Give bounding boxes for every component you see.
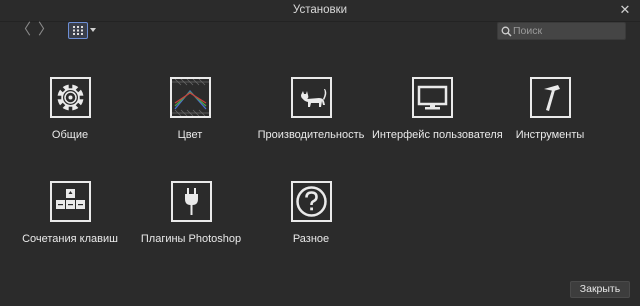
back-button[interactable]: 〈 [16,22,31,38]
search-input[interactable] [513,24,623,38]
tile-label-color: Цвет [177,129,203,141]
tile-keyboard-shortcuts[interactable]: Сочетания клавиш [20,181,120,245]
view-dropdown-arrow-icon[interactable] [90,28,96,32]
tile-label-performance: Производительность [257,129,365,141]
tile-label-general: Общие [51,129,89,141]
color-icon [169,77,211,118]
grid-icon [73,26,83,35]
title-bar: Установки ✕ [0,0,640,22]
tile-label-miscellaneous: Разное [292,233,330,245]
tile-tools[interactable]: Инструменты [510,77,590,141]
window-title: Установки [292,4,348,16]
close-window-button[interactable]: ✕ [618,3,632,17]
tile-general[interactable]: Общие [30,77,110,141]
hammer-icon [529,77,571,118]
forward-button[interactable]: 〉 [38,22,53,38]
tile-performance[interactable]: Производительность [256,77,366,141]
search-icon [501,26,512,37]
grid-view-button[interactable] [68,22,88,39]
tile-label-tools: Инструменты [515,129,585,141]
close-button[interactable]: Закрыть [570,281,630,298]
cat-icon [290,77,332,118]
tile-photoshop-plugins[interactable]: Плагины Photoshop [136,181,246,245]
question-icon [290,181,332,222]
toolbar: 〈 〉 [0,22,640,44]
tile-miscellaneous[interactable]: Разное [271,181,351,245]
tile-label-photoshop-plugins: Плагины Photoshop [140,233,242,245]
tile-label-user-interface: Интерфейс пользователя [372,129,503,141]
keyboard-icon [49,181,91,222]
plug-icon [170,181,212,222]
gear-icon [49,77,91,118]
search-box[interactable] [497,22,626,40]
tile-label-keyboard-shortcuts: Сочетания клавиш [22,233,118,245]
tile-color[interactable]: Цвет [150,77,230,141]
tile-user-interface[interactable]: Интерфейс пользователя [372,77,503,141]
monitor-icon [411,77,453,118]
